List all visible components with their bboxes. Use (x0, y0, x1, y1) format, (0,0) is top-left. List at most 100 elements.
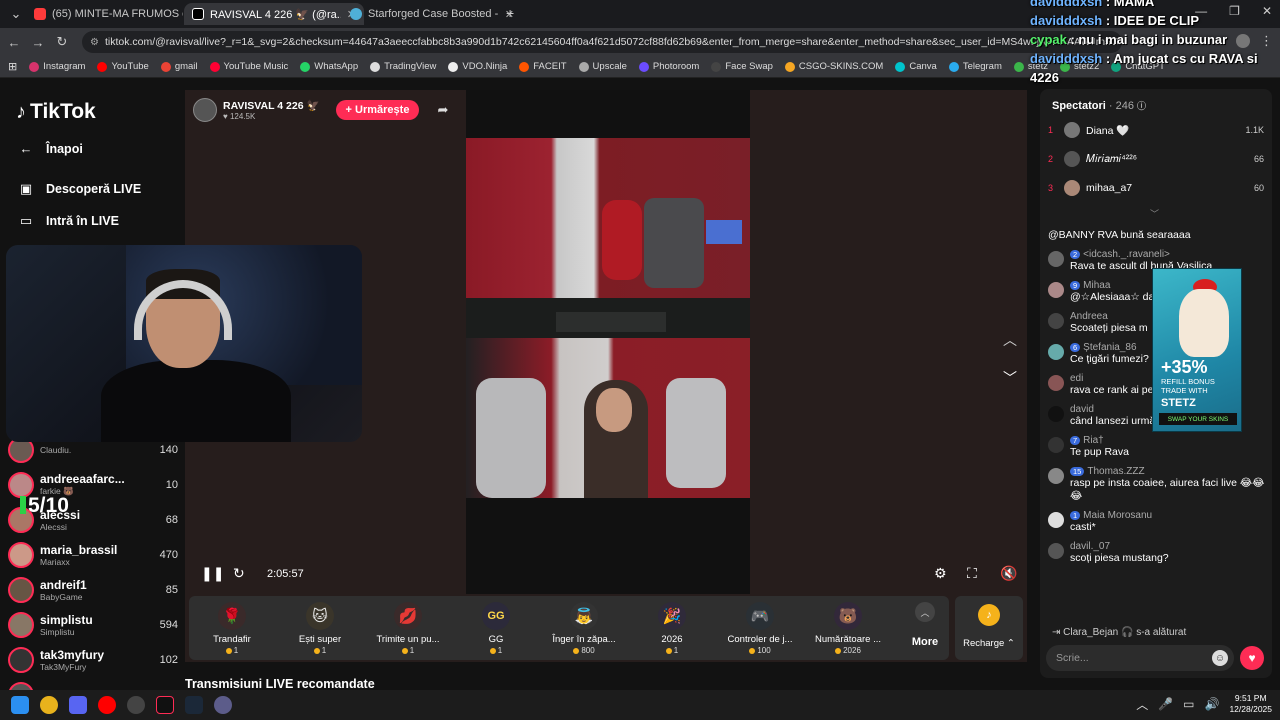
level-badge: 6 (1070, 343, 1081, 352)
chevron-up-icon[interactable]: ︿ (1136, 696, 1148, 713)
join-notice: ⇥ Clara_Bejan 🎧 s-a alăturat (1052, 627, 1187, 638)
gift-item[interactable]: 🎮 Controler de j... 100 (717, 602, 803, 655)
avatar[interactable] (1048, 282, 1064, 298)
avatar[interactable] (1048, 468, 1064, 484)
bookmark-upscale[interactable]: Upscale (578, 61, 627, 72)
fullscreen-icon[interactable]: ⛶ (967, 565, 977, 582)
chevron-up-icon[interactable]: ︿ (1003, 330, 1017, 350)
host-avatar[interactable] (193, 98, 217, 122)
bookmark-vdo-ninja[interactable]: VDO.Ninja (448, 61, 507, 72)
tab-tiktok[interactable]: RAVISVAL 4 226 🦅 (@ra... ✕ (184, 3, 364, 25)
gift-item[interactable]: 🌹 Trandafir 1 (189, 602, 275, 655)
address-bar[interactable]: ⚙ tiktok.com/@ravisval/live?_r=1&_svg=2&… (82, 31, 1122, 53)
forward-icon[interactable]: → (26, 35, 50, 50)
chevron-down-icon[interactable]: ﹀ (1003, 368, 1017, 388)
discover-live-link[interactable]: ▣ Descoperă LIVE (18, 181, 141, 197)
bookmark-canva[interactable]: Canva (895, 61, 937, 72)
discord-icon[interactable] (69, 696, 87, 714)
tab-search-icon[interactable]: ⌄ (4, 6, 28, 22)
gift-item[interactable]: 🐱 Ești super 1 (277, 602, 363, 655)
tab-starforged[interactable]: Starforged Case Boosted - CSG... ✕ (342, 3, 522, 25)
tiktok-icon: ♪ (16, 100, 26, 123)
mute-icon[interactable]: 🔇 (1000, 565, 1017, 582)
heart-icon[interactable]: ♥ (1240, 646, 1264, 670)
chat-input[interactable]: Scrie... ☺ (1046, 645, 1234, 671)
obs-icon[interactable] (127, 696, 145, 714)
host-name[interactable]: RAVISVAL 4 226 🦅 (223, 99, 320, 112)
controller-gift-icon: 🎮 (746, 602, 774, 630)
avatar[interactable] (1048, 375, 1064, 391)
bookmark-youtube[interactable]: YouTube (97, 61, 149, 72)
top-spectator[interactable]: 2 𝑀𝑖𝑟𝑖𝑎𝑚𝑖⁴²²⁶ 66 (1048, 148, 1264, 170)
top-spectator[interactable]: 3 mihaa_a7 60 (1048, 177, 1264, 199)
avatar[interactable] (1048, 512, 1064, 528)
gift-item[interactable]: 💋 Trimite un pu... 1 (365, 602, 451, 655)
windows-start-icon[interactable] (11, 696, 29, 714)
bookmark-instagram[interactable]: Instagram (29, 61, 85, 72)
snow-angel-gift-icon: 👼 (570, 602, 598, 630)
gift-item[interactable]: 🎉 2026 1 (629, 602, 715, 655)
refresh-icon[interactable]: ↻ (233, 565, 245, 582)
gg-gift-icon: GG (482, 602, 510, 630)
steam-icon[interactable] (185, 696, 203, 714)
volume-icon[interactable]: 🔊 (1205, 697, 1220, 711)
top-spectator[interactable]: 1 Diana 🤍 1.1K (1048, 119, 1264, 141)
avatar[interactable] (1048, 344, 1064, 360)
app-icon[interactable] (214, 696, 232, 714)
bookmark-whatsapp[interactable]: WhatsApp (300, 61, 358, 72)
tiktok-logo[interactable]: ♪ TikTok (16, 100, 96, 124)
stetz-ad-banner[interactable]: +35% REFILL BONUS TRADE WITH STETZ SWAP … (1152, 268, 1242, 432)
chrome-icon[interactable] (40, 696, 58, 714)
bookmark-photoroom[interactable]: Photoroom (638, 61, 699, 72)
stetz-icon (1013, 61, 1024, 72)
bookmark-gmail[interactable]: gmail (160, 61, 198, 72)
bookmark-csgo-skins[interactable]: CSGO-SKINS.COM (784, 61, 883, 72)
avatar[interactable] (1048, 543, 1064, 559)
list-item[interactable]: simplistu Simplistu 594 (8, 607, 178, 642)
gift-item[interactable]: 🐻 Numărătoare ... 2026 (805, 602, 891, 655)
whatsapp-icon (300, 61, 311, 72)
avatar[interactable] (1048, 313, 1064, 329)
back-icon[interactable]: ← (2, 35, 26, 50)
youtube-icon[interactable] (98, 696, 116, 714)
site-info-icon[interactable]: ⚙ (90, 37, 99, 48)
go-live-link[interactable]: ▭ Intră în LIVE (18, 213, 119, 229)
bookmark-telegram[interactable]: Telegram (948, 61, 1002, 72)
stream-video[interactable] (466, 90, 750, 594)
gift-item[interactable]: 👼 Înger în zăpa... 800 (541, 602, 627, 655)
list-item[interactable]: andreif1 BabyGame 85 (8, 572, 178, 607)
apps-icon[interactable]: ⊞ (8, 60, 17, 73)
reload-icon[interactable]: ↻ (50, 34, 74, 50)
emoji-icon[interactable]: ☺ (1212, 650, 1228, 666)
youtube-icon (97, 61, 108, 72)
tab-youtube[interactable]: (65) MINTE-MA FRUMOS cu Er... ✕ (26, 3, 206, 25)
list-item[interactable]: kopeytb (8, 677, 178, 690)
follow-button[interactable]: + Urmărește (335, 100, 420, 120)
coin-icon (489, 647, 496, 654)
list-item[interactable]: tak3myfury Tak3MyFury 102 (8, 642, 178, 677)
pause-icon[interactable]: ❚❚ (201, 565, 224, 582)
video-scene-middle (466, 298, 750, 338)
recharge-button[interactable]: ♪ Recharge ⌃ (955, 596, 1023, 660)
bookmark-faceit[interactable]: FACEIT (519, 61, 567, 72)
bookmark-tradingview[interactable]: TradingView (370, 61, 436, 72)
bookmark-face-swap[interactable]: Face Swap (711, 61, 773, 72)
microphone-icon[interactable]: 🎤 (1158, 697, 1173, 711)
system-tray: ︿ 🎤 ▭ 🔊 9:51 PM 12/28/2025 (1136, 693, 1272, 715)
expand-chevron-icon[interactable]: ﹀ (1150, 207, 1159, 220)
more-gifts-button[interactable]: ︿ More (905, 602, 945, 648)
new-tab-button[interactable]: + (506, 5, 514, 21)
clock[interactable]: 9:51 PM 12/28/2025 (1229, 693, 1272, 715)
avatar[interactable] (1048, 251, 1064, 267)
list-item[interactable]: maria_brassil Mariaxx 470 (8, 537, 178, 572)
bookmark-youtube-music[interactable]: YouTube Music (209, 61, 288, 72)
tiktok-icon[interactable] (156, 696, 174, 714)
avatar[interactable] (1048, 437, 1064, 453)
gift-item[interactable]: GG GG 1 (453, 602, 539, 655)
network-icon[interactable]: ▭ (1183, 697, 1194, 711)
back-link[interactable]: ← Înapoi (18, 141, 83, 156)
help-icon[interactable]: ⓘ (1137, 101, 1146, 111)
avatar[interactable] (1048, 406, 1064, 422)
share-icon[interactable]: ➦ (437, 102, 448, 118)
settings-icon[interactable]: ⚙ (934, 565, 947, 582)
